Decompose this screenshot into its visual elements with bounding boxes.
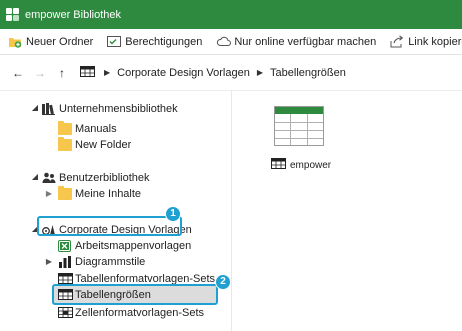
permissions-label: Berechtigungen (125, 35, 203, 48)
bar-chart-icon (58, 255, 72, 268)
copy-link-label: Link kopieren (408, 35, 462, 48)
file-item[interactable]: empower (271, 158, 331, 172)
up-arrow-icon[interactable]: ↑ (54, 66, 70, 80)
file-item-label: empower (290, 159, 332, 171)
tree-item-label: Arbeitsmappenvorlagen (75, 239, 192, 252)
corporate-design-icon (42, 224, 56, 236)
cell-format-icon (58, 306, 73, 319)
tree-item-label: Corporate Design Vorlagen (59, 223, 192, 236)
tree-item-label: New Folder (75, 138, 132, 151)
callout-badge-1: 1 (165, 206, 181, 222)
breadcrumb-item[interactable]: Tabellengrößen (270, 67, 346, 79)
table-format-icon (58, 272, 73, 285)
tree-item-label: Benutzerbibliothek (59, 171, 150, 184)
permissions-icon (107, 35, 122, 48)
folder-tree: ◢ Unternehmensbibliothek Manuals New Fol… (0, 91, 232, 331)
collapse-arrow-icon[interactable]: ◢ (30, 224, 40, 234)
library-icon (42, 102, 56, 115)
tree-item-company-library[interactable]: Unternehmensbibliothek (42, 100, 178, 117)
tree-item-manuals[interactable]: Manuals (58, 120, 117, 137)
tree-item-label: Tabellenformatvorlagen-Sets (75, 272, 216, 285)
expand-arrow-icon[interactable]: ▶ (44, 189, 54, 199)
tree-item-my-content[interactable]: Meine Inhalte (58, 185, 141, 202)
folder-icon (58, 136, 72, 151)
navigation-bar: ← → ↑ ▶ Corporate Design Vorlagen ▶ Tabe… (0, 55, 462, 91)
folder-icon (58, 185, 72, 200)
app-icon (6, 7, 20, 22)
new-folder-icon (8, 35, 22, 48)
forward-arrow-icon[interactable]: → (32, 66, 48, 80)
content-pane (233, 91, 462, 331)
title-bar: empower Bibliothek (0, 0, 462, 29)
tree-item-label: Tabellengrößen (75, 288, 151, 301)
toolbar: Neuer Ordner Berechtigungen Nur online v… (0, 29, 462, 55)
cloud-icon (216, 35, 232, 48)
new-folder-label: Neuer Ordner (26, 35, 94, 48)
tree-item-new-folder[interactable]: New Folder (58, 136, 131, 153)
table-icon (271, 158, 286, 172)
table-icon (80, 65, 95, 80)
permissions-button[interactable]: Berechtigungen (107, 32, 202, 52)
folder-icon (58, 120, 72, 135)
table-size-icon (58, 288, 73, 301)
online-only-button[interactable]: Nur online verfügbar machen (216, 32, 376, 52)
share-icon (390, 35, 404, 48)
online-only-label: Nur online verfügbar machen (234, 35, 377, 48)
tree-item-label: Manuals (75, 122, 117, 135)
expand-arrow-icon[interactable]: ▶ (44, 257, 54, 267)
breadcrumb-item[interactable]: Corporate Design Vorlagen (117, 67, 250, 79)
tree-item-cell-format-sets[interactable]: Zellenformatvorlagen-Sets (58, 304, 204, 321)
tree-item-workbook-templates[interactable]: Arbeitsmappenvorlagen (58, 237, 191, 254)
collapse-arrow-icon[interactable]: ◢ (30, 103, 40, 113)
tree-item-chart-styles[interactable]: Diagrammstile (58, 253, 145, 270)
breadcrumb-separator-icon: ▶ (104, 68, 111, 77)
breadcrumb-separator-icon: ▶ (256, 68, 264, 77)
tree-item-table-sizes[interactable]: Tabellengrößen (54, 285, 216, 304)
back-arrow-icon[interactable]: ← (10, 66, 26, 80)
excel-icon (58, 239, 72, 252)
copy-link-button[interactable]: Link kopieren (390, 32, 462, 52)
tree-item-label: Diagrammstile (75, 255, 146, 268)
file-thumbnail[interactable] (274, 106, 324, 146)
users-icon (42, 172, 56, 184)
collapse-arrow-icon[interactable]: ◢ (30, 172, 40, 182)
tree-item-label: Meine Inhalte (75, 187, 142, 200)
window-title: empower Bibliothek (25, 8, 121, 21)
new-folder-button[interactable]: Neuer Ordner (8, 32, 93, 52)
callout-badge-2: 2 (215, 274, 231, 290)
tree-item-label: Zellenformatvorlagen-Sets (75, 306, 205, 319)
tree-item-user-library[interactable]: Benutzerbibliothek (42, 169, 150, 186)
tree-item-label: Unternehmensbibliothek (59, 102, 178, 115)
tree-item-corporate-design[interactable]: Corporate Design Vorlagen (42, 221, 192, 238)
